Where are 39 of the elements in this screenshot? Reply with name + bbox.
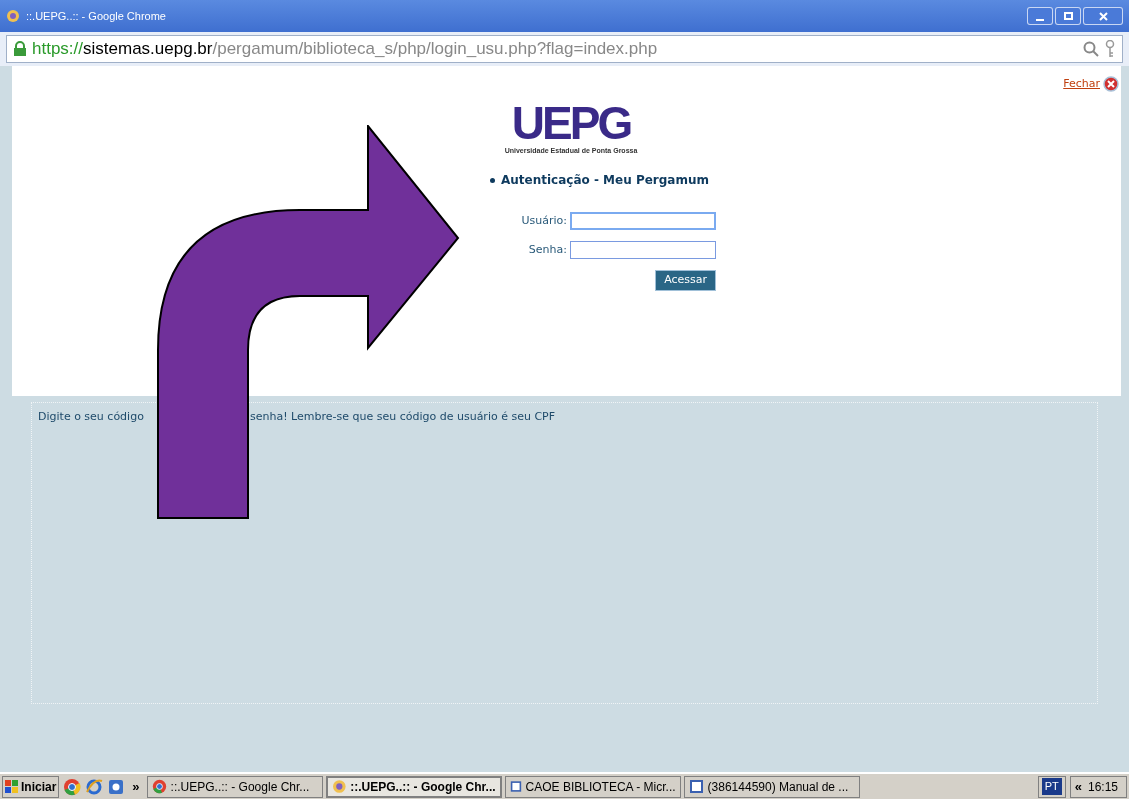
browser-icon[interactable] (85, 777, 104, 796)
field-label: Senha: (528, 241, 567, 258)
key-icon[interactable] (1104, 40, 1116, 58)
input-field[interactable] (570, 212, 716, 230)
address-bar[interactable]: https://sistemas.uepg.br/pergamum/biblioteca_s/php/login_usu.php?flag=index.php (6, 35, 1123, 63)
hint-text: Digite o seu código (38, 409, 144, 425)
field-label: Usuário: (521, 212, 567, 229)
maximize-button[interactable] (1055, 7, 1081, 25)
url-text: https://sistemas.uepg.br/pergamum/biblioteca_s/php/login_usu.php?flag=index.php (32, 38, 658, 61)
start-button[interactable]: Iniciar (2, 775, 60, 798)
hint-text: senha! Lembre-se que seu código de usuário é seu CPF (250, 409, 556, 425)
document-icon (688, 779, 704, 794)
sun-icon (6, 9, 20, 23)
taskbar-button[interactable]: CAOE BIBLIOTECA - Micr... (504, 775, 681, 798)
windows-logo-icon (5, 779, 19, 794)
chrome-icon (151, 779, 167, 794)
search-icon[interactable] (1083, 41, 1099, 57)
close-link[interactable]: Fechar (1063, 76, 1100, 93)
tray-chevron[interactable]: « (1074, 776, 1082, 797)
language-indicator[interactable]: PT (1041, 778, 1062, 795)
taskbar-button[interactable]: ::.UEPG..:: - Google Chr... (325, 775, 502, 798)
lock-icon (13, 41, 27, 57)
clock: 16:15 (1087, 778, 1119, 796)
minimize-button[interactable] (1027, 7, 1053, 25)
taskbar-button[interactable]: ::.UEPG..:: - Google Chr... (146, 775, 323, 798)
app-icon[interactable] (107, 777, 126, 796)
close-icon[interactable] (1103, 76, 1119, 93)
taskbar-button[interactable]: (386144590) Manual de ... (683, 775, 860, 798)
close-icon (1098, 11, 1108, 21)
chrome-icon[interactable] (63, 777, 82, 796)
document-icon (509, 779, 522, 794)
input-field[interactable] (570, 241, 716, 259)
form-heading: Autenticação - Meu Pergamum (501, 172, 709, 189)
window-title: ::.UEPG..:: - Google Chrome (26, 8, 166, 24)
submit-button[interactable]: Acessar (655, 270, 716, 291)
more-chevron[interactable]: » (129, 776, 143, 797)
sun-icon (331, 779, 347, 794)
bullet-icon (490, 177, 495, 183)
close-button[interactable] (1083, 7, 1123, 25)
